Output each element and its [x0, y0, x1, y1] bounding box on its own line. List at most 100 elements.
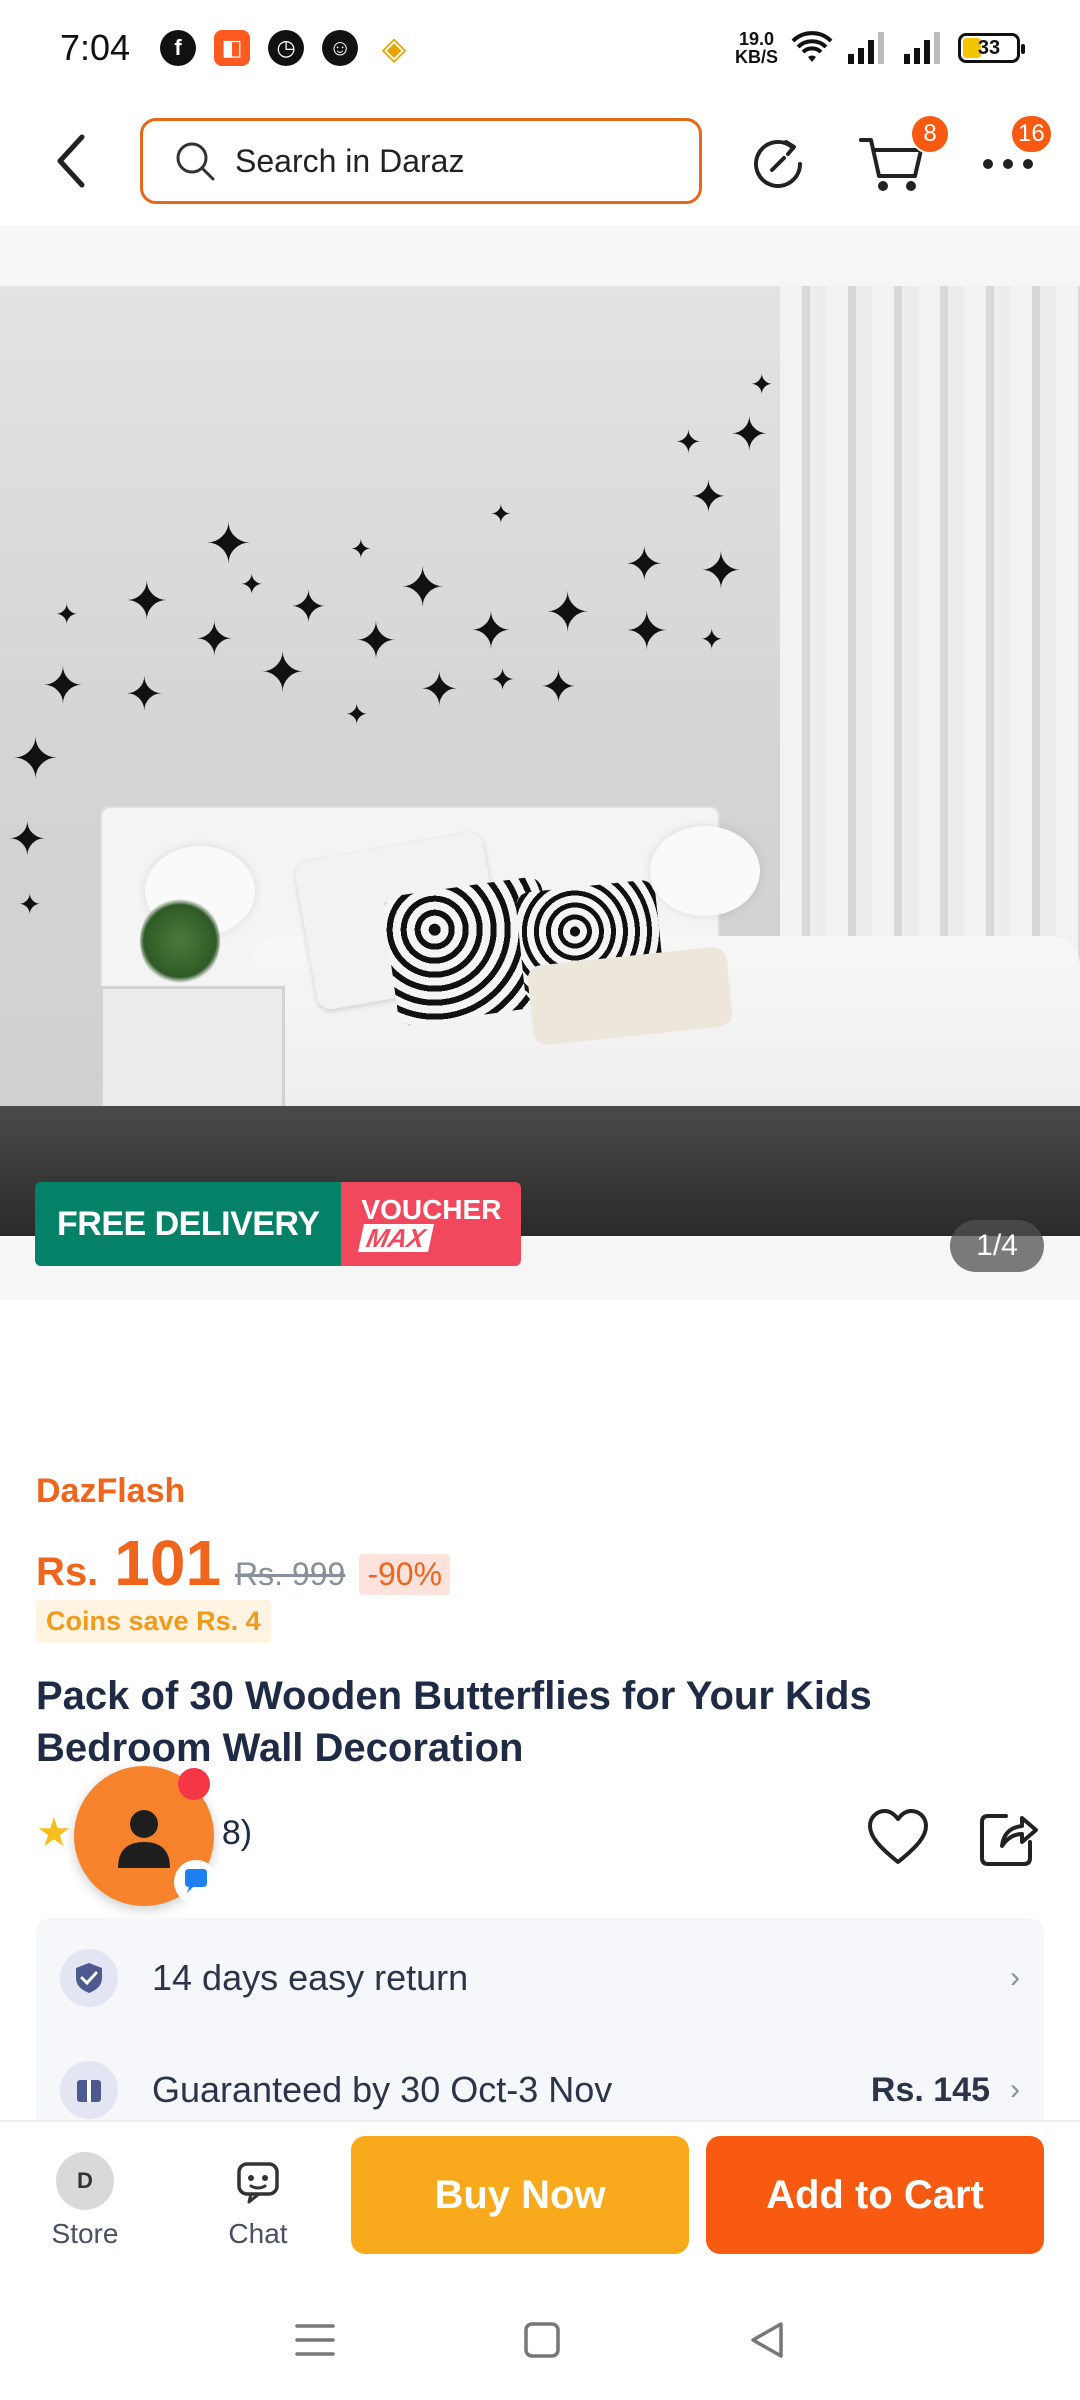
butterfly-graphic: ✦	[260, 643, 306, 703]
store-label: Store	[51, 2218, 119, 2249]
status-time: 7:04	[60, 27, 131, 68]
butterfly-graphic: ✦	[195, 613, 234, 665]
battery-indicator: 33	[958, 33, 1025, 63]
star-icon: ★	[36, 1811, 72, 1855]
bot-icon: ☺	[322, 30, 359, 66]
cart-badge: 8	[910, 114, 950, 154]
chat-robot-icon	[229, 2152, 287, 2210]
butterfly-graphic: ✦	[355, 613, 397, 669]
free-delivery-badge: FREE DELIVERY	[35, 1182, 342, 1266]
bottom-action-bar: D Store Chat Buy Now Add to Cart	[0, 2120, 1080, 2280]
butterfly-graphic: ✦	[750, 369, 774, 400]
notification-dot	[178, 1768, 210, 1800]
back-triangle-icon[interactable]	[747, 2320, 787, 2360]
status-bar: 7:04 f ◧ ◷ ☺ ◈ 19.0 KB/S 33	[0, 0, 1080, 96]
coins-save-label[interactable]: Coins save Rs. 4	[36, 1600, 271, 1643]
facebook-icon: f	[160, 30, 197, 66]
net-speed: 19.0 KB/S	[734, 29, 778, 67]
more-badge: 16	[1010, 114, 1053, 154]
price-currency: Rs.	[36, 1550, 99, 1594]
butterfly-graphic: ✦	[700, 543, 742, 599]
price-row: Rs. 101 Rs. 999 -90%	[36, 1526, 451, 1600]
butterfly-graphic: ✦	[18, 889, 42, 920]
butterfly-graphic: ✦	[545, 583, 591, 643]
butterfly-graphic: ✦	[345, 699, 369, 730]
chat-bubble-icon	[174, 1860, 218, 1904]
service-info-box: 14 days easy return › Guaranteed by 30 O…	[36, 1918, 1044, 2138]
chat-button[interactable]: Chat	[203, 2152, 313, 2250]
return-policy-text: 14 days easy return	[152, 1957, 469, 1998]
butterfly-graphic: ✦	[690, 473, 727, 522]
more-dots-icon	[983, 159, 1033, 169]
signal-icon	[848, 32, 884, 64]
more-button[interactable]: 16	[968, 114, 1053, 204]
chat-label: Chat	[228, 2218, 288, 2249]
chevron-left-icon	[57, 134, 85, 188]
rating-count: 8)	[221, 1813, 253, 1852]
wishlist-button[interactable]	[866, 1806, 930, 1870]
status-system-icons: 19.0 KB/S 33	[734, 29, 1025, 67]
heart-icon	[868, 1809, 928, 1864]
app-icon: ◧	[214, 30, 251, 66]
product-gallery[interactable]: ✦ ✦ ✦ ✦ ✦ ✦ ✦ ✦ ✦ ✦ ✦ ✦ ✦ ✦ ✦ ✦ ✦ ✦ ✦ ✦ …	[0, 226, 1080, 1300]
status-notification-icons: f ◧ ◷ ☺ ◈	[160, 30, 412, 66]
butterfly-graphic: ✦	[675, 424, 702, 460]
refresh-history-icon	[754, 139, 802, 188]
search-placeholder: Search in Daraz	[235, 142, 465, 179]
search-icon	[176, 142, 215, 181]
lamp-graphic	[650, 826, 760, 916]
store-button[interactable]: D Store	[30, 2152, 140, 2250]
butterfly-graphic: ✦	[240, 569, 264, 600]
promo-banner: FREE DELIVERY VOUCHER MAX	[35, 1182, 522, 1266]
share-button[interactable]	[976, 1806, 1040, 1870]
butterfly-graphic: ✦	[42, 658, 84, 714]
original-price: Rs. 999	[235, 1556, 346, 1592]
butterfly-graphic: ✦	[420, 663, 459, 715]
add-to-cart-button[interactable]: Add to Cart	[706, 2136, 1044, 2254]
timer-icon: ◷	[268, 30, 305, 66]
home-square-icon[interactable]	[522, 2320, 562, 2360]
butterfly-graphic: ✦	[125, 668, 164, 720]
butterfly-graphic: ✦	[490, 499, 512, 529]
butterfly-graphic: ✦	[540, 663, 577, 712]
delivery-guarantee-text: Guaranteed by 30 Oct-3 Nov	[152, 2069, 613, 2110]
chevron-right-icon: ›	[1010, 2073, 1020, 2106]
current-price: 101	[114, 1527, 222, 1599]
binance-icon: ◈	[381, 30, 407, 66]
gift-box-icon	[60, 2061, 118, 2119]
butterfly-graphic: ✦	[730, 408, 769, 460]
history-button[interactable]	[738, 124, 818, 204]
delivery-price: Rs. 145	[870, 2070, 990, 2109]
butterfly-graphic: ✦	[400, 558, 446, 618]
cart-button[interactable]: 8	[852, 114, 950, 204]
product-image[interactable]: ✦ ✦ ✦ ✦ ✦ ✦ ✦ ✦ ✦ ✦ ✦ ✦ ✦ ✦ ✦ ✦ ✦ ✦ ✦ ✦ …	[0, 286, 1080, 1236]
floating-chat-button[interactable]	[74, 1766, 218, 1906]
butterfly-graphic: ✦	[490, 664, 516, 697]
plant-graphic	[140, 896, 220, 986]
voucher-max-badge: VOUCHER MAX	[341, 1182, 522, 1266]
butterfly-graphic: ✦	[8, 813, 47, 865]
butterfly-graphic: ✦	[55, 599, 79, 630]
wifi-icon	[791, 31, 833, 62]
discount-badge: -90%	[359, 1554, 451, 1595]
butterfly-graphic: ✦	[625, 603, 669, 661]
butterfly-graphic: ✦	[205, 512, 252, 575]
system-nav-bar	[0, 2280, 1080, 2400]
butterfly-graphic: ✦	[125, 573, 169, 631]
butterfly-graphic: ✦	[290, 583, 327, 632]
return-policy-row[interactable]: 14 days easy return ›	[60, 1943, 1020, 2013]
user-avatar-icon	[118, 1810, 170, 1868]
product-title: Pack of 30 Wooden Butterflies for Your K…	[36, 1674, 872, 1770]
search-input[interactable]: Search in Daraz	[140, 118, 702, 204]
share-icon	[980, 1814, 1038, 1866]
delivery-guarantee-row[interactable]: Guaranteed by 30 Oct-3 Nov Rs. 145 ›	[60, 2055, 1020, 2125]
shield-check-icon	[60, 1949, 118, 2007]
signal-icon	[904, 32, 940, 64]
butterfly-graphic: ✦	[350, 534, 372, 564]
back-button[interactable]	[40, 131, 100, 191]
menu-icon[interactable]	[293, 2320, 337, 2360]
buy-now-button[interactable]: Buy Now	[351, 2136, 689, 2254]
top-header: Search in Daraz 8 16	[0, 96, 1080, 226]
butterfly-graphic: ✦	[12, 727, 59, 790]
butterfly-graphic: ✦	[700, 624, 724, 655]
